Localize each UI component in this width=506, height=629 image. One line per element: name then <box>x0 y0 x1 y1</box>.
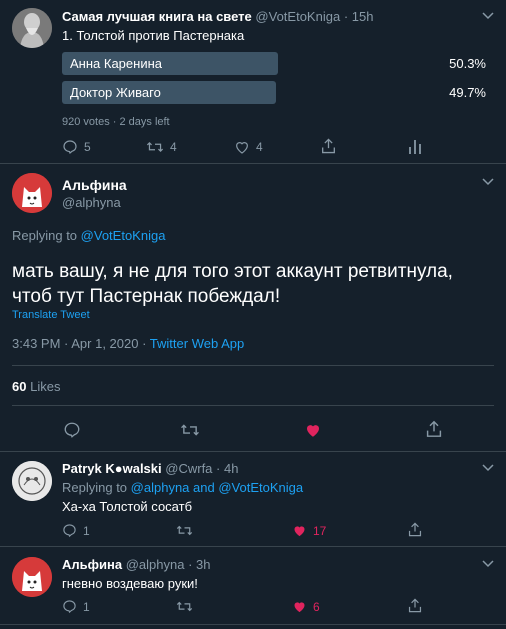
retweet-icon <box>176 601 193 612</box>
retweet-button[interactable] <box>180 421 200 439</box>
tweet-text: 1. Толстой против Пастернака <box>62 28 245 43</box>
heart-filled-icon <box>294 526 305 537</box>
tweet-time[interactable]: · 3h <box>188 557 210 572</box>
tweet-text: Ха-ха Толстой сосатб <box>62 499 193 514</box>
retweet-button[interactable] <box>176 523 193 538</box>
tweet-text: гневно воздеваю руки! <box>62 576 198 591</box>
divider <box>12 405 494 406</box>
author-name[interactable]: Самая лучшая книга на свете <box>62 9 252 24</box>
retweet-button[interactable] <box>176 599 193 614</box>
tweet-source-link[interactable]: Twitter Web App <box>150 336 244 351</box>
share-button[interactable] <box>408 522 422 537</box>
tweet-time[interactable]: 15h <box>352 9 374 24</box>
author-name[interactable]: Альфина <box>62 177 127 193</box>
share-icon <box>322 138 335 154</box>
replying-label: Replying to <box>62 480 128 495</box>
like-button[interactable]: 17 <box>292 523 326 538</box>
author-handle[interactable]: @Cwrfa <box>165 461 212 476</box>
translate-tweet-link[interactable]: Translate Tweet <box>12 309 90 321</box>
tweet-time[interactable]: · 4h <box>216 461 238 476</box>
share-icon <box>408 598 422 613</box>
share-button[interactable] <box>321 138 336 154</box>
avatar[interactable] <box>12 461 52 501</box>
retweet-button[interactable]: 4 <box>146 139 177 155</box>
divider <box>12 365 494 366</box>
retweet-icon <box>176 525 193 536</box>
share-button[interactable] <box>408 598 422 613</box>
replying-to-link[interactable]: @alphyna and @VotEtoKniga <box>131 480 303 495</box>
poll-percent: 49.7% <box>449 85 486 100</box>
like-button[interactable] <box>304 421 322 439</box>
poll-option-label: Доктор Живаго <box>70 85 161 100</box>
avatar[interactable] <box>12 557 52 597</box>
chevron-down-icon[interactable] <box>482 12 496 22</box>
retweet-icon <box>181 424 199 436</box>
tweet-text: мать вашу, я не для того этот аккаунт ре… <box>12 261 453 307</box>
replying-label: Replying to <box>12 228 78 243</box>
author-name[interactable]: Patryk K●walski <box>62 461 162 476</box>
like-button[interactable]: 6 <box>292 599 320 614</box>
reply-icon <box>63 140 77 155</box>
author-handle[interactable]: @alphyna <box>62 195 121 210</box>
divider <box>0 546 506 547</box>
likes-count-link[interactable]: 60 Likes <box>12 379 60 394</box>
share-button[interactable] <box>426 420 442 438</box>
chevron-down-icon[interactable] <box>482 560 496 570</box>
analytics-icon <box>409 140 421 154</box>
avatar[interactable] <box>12 8 52 48</box>
reply-icon <box>64 422 80 438</box>
tweet-date[interactable]: 3:43 PM · Apr 1, 2020 · <box>12 336 150 351</box>
like-button[interactable]: 4 <box>234 139 263 155</box>
analytics-button[interactable] <box>408 138 422 154</box>
reply-button[interactable]: 1 <box>62 523 90 538</box>
reply-icon <box>63 600 76 614</box>
author-handle[interactable]: @alphyna <box>126 557 185 572</box>
share-icon <box>408 522 422 537</box>
divider <box>0 624 506 625</box>
poll-option-label: Анна Каренина <box>70 56 162 71</box>
divider <box>0 451 506 452</box>
share-icon <box>426 420 442 437</box>
heart-filled-icon <box>307 425 319 437</box>
heart-icon <box>236 142 248 154</box>
avatar[interactable] <box>12 173 52 213</box>
chevron-down-icon[interactable] <box>482 464 496 474</box>
retweet-icon <box>146 141 164 153</box>
author-handle[interactable]: @VotEtoKniga <box>255 9 340 24</box>
replying-to-link[interactable]: @VotEtoKniga <box>81 228 166 243</box>
divider <box>0 163 506 164</box>
reply-icon <box>63 524 76 538</box>
poll-meta: 920 votes · 2 days left <box>62 116 170 128</box>
author-name[interactable]: Альфина <box>62 557 122 572</box>
reply-button[interactable]: 5 <box>62 139 91 155</box>
poll-percent: 50.3% <box>449 56 486 71</box>
chevron-down-icon[interactable] <box>482 178 496 188</box>
heart-filled-icon <box>294 602 305 613</box>
reply-button[interactable]: 1 <box>62 599 90 614</box>
reply-button[interactable] <box>63 421 81 439</box>
